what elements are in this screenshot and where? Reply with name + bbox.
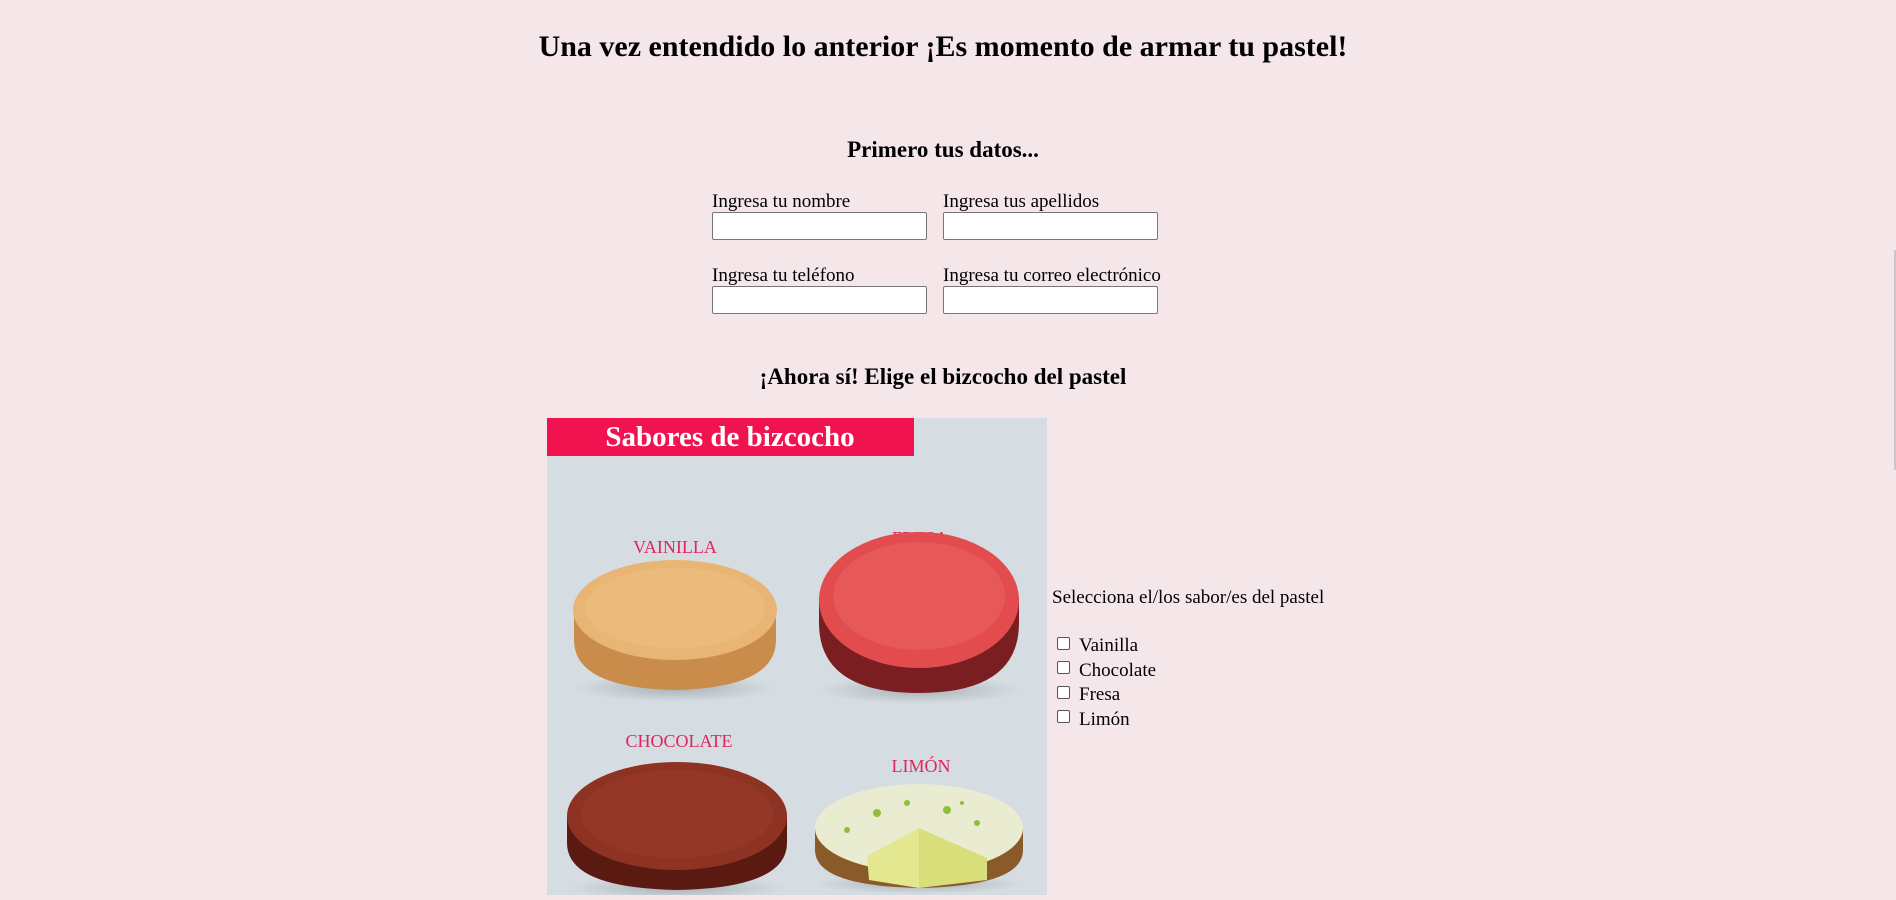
cake-flavors-image: Sabores de bizcocho VAINILLA FRESA CHOCO… (547, 418, 1047, 895)
flavor-option-vainilla[interactable]: Vainilla (1055, 634, 1156, 659)
flavor-option-chocolate[interactable]: Chocolate (1055, 659, 1156, 684)
name-input[interactable] (712, 212, 927, 240)
image-banner-text: Sabores de bizcocho (605, 421, 854, 453)
lastname-field-group: Ingresa tus apellidos (943, 191, 1158, 240)
vainilla-checkbox[interactable] (1057, 636, 1070, 650)
chocolate-checkbox[interactable] (1057, 661, 1070, 675)
chocolate-option-label[interactable]: Chocolate (1079, 659, 1156, 683)
phone-label: Ingresa tu teléfono (712, 265, 855, 286)
vainilla-label[interactable]: Vainilla (1079, 634, 1138, 658)
limon-checkbox[interactable] (1057, 710, 1070, 724)
fresa-option-label[interactable]: Fresa (1079, 683, 1120, 707)
name-field-group: Ingresa tu nombre (712, 191, 927, 240)
lemon-label: LIMÓN (892, 755, 951, 776)
vanilla-label: VAINILLA (633, 537, 717, 557)
limon-option-label[interactable]: Limón (1079, 708, 1130, 732)
cake-section-heading: ¡Ahora sí! Elige el bizcocho del pastel (759, 364, 1127, 389)
email-input[interactable] (943, 286, 1158, 314)
flavor-checkbox-list: Vainilla Chocolate Fresa Limón (1055, 634, 1156, 732)
phone-input[interactable] (712, 286, 927, 314)
email-label: Ingresa tu correo electrónico (943, 265, 1161, 286)
fresa-checkbox[interactable] (1057, 685, 1070, 699)
chocolate-label: CHOCOLATE (626, 731, 733, 751)
flavor-option-limon[interactable]: Limón (1055, 708, 1156, 733)
lastname-input[interactable] (943, 212, 1158, 240)
lastname-label: Ingresa tus apellidos (943, 191, 1100, 212)
flavor-prompt: Selecciona el/los sabor/es del pastel (1052, 587, 1325, 608)
personal-data-heading: Primero tus datos... (847, 137, 1039, 162)
page: Una vez entendido lo anterior ¡Es moment… (0, 0, 1896, 900)
phone-field-group: Ingresa tu teléfono (712, 265, 927, 314)
page-title: Una vez entendido lo anterior ¡Es moment… (538, 30, 1348, 63)
email-field-group: Ingresa tu correo electrónico (943, 265, 1161, 314)
flavor-option-fresa[interactable]: Fresa (1055, 683, 1156, 708)
name-label: Ingresa tu nombre (712, 191, 851, 212)
